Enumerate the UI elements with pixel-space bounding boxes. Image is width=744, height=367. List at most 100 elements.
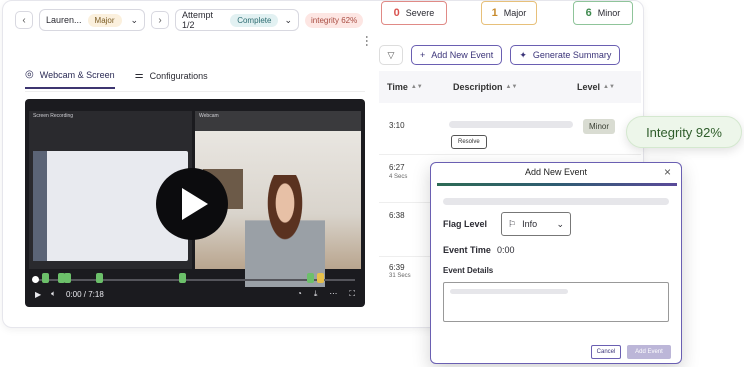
webcam-label: Webcam [199, 113, 219, 119]
speed-icon[interactable]: ◔ [297, 289, 302, 299]
modal-title: Add New Event [524, 167, 588, 177]
video-player[interactable]: Screen Recording Webcam ▶ 🔈︎ 0:00 / 7:18… [25, 99, 365, 307]
event-duration: 31 Secs [389, 273, 411, 279]
plus-icon: + [420, 50, 426, 60]
candidate-select[interactable]: Lauren... Major ⌄ [39, 9, 145, 31]
description-placeholder [449, 121, 573, 128]
sort-icon: ▲▼ [410, 84, 423, 90]
flag-icon: ⚐ [508, 218, 517, 229]
event-time: 6:39 [389, 263, 405, 272]
event-details-input[interactable] [443, 282, 669, 322]
flag-level-label: Flag Level [443, 219, 488, 229]
description-column-header[interactable]: Description ▲▼ [453, 82, 517, 92]
major-count-value: 1 [491, 7, 498, 19]
event-details-label: Event Details [443, 266, 494, 275]
resolve-button[interactable]: Resolve [451, 135, 487, 149]
minor-count-label: Minor [597, 8, 621, 18]
timeline-marker-minor[interactable] [64, 273, 71, 283]
tabs-divider [25, 91, 365, 92]
add-new-event-label: Add New Event [431, 50, 494, 60]
webcam-icon: ◎ [25, 69, 34, 80]
close-icon[interactable]: × [664, 165, 671, 179]
add-event-button[interactable]: Add Event [627, 345, 671, 359]
events-toolbar: ▽ + Add New Event ✦ Generate Summary [379, 45, 621, 65]
time-header-label: Time [387, 82, 408, 92]
timeline-scrubber[interactable] [32, 276, 39, 283]
level-header-label: Level [577, 82, 601, 92]
next-candidate-button[interactable]: › [151, 11, 169, 29]
table-row[interactable]: 3:10 Minor Resolve [379, 105, 641, 155]
integrity-score-badge: Integrity 92% [626, 116, 742, 148]
media-tabs: ◎ Webcam & Screen ⚌ Configurations [25, 69, 208, 89]
more-options-icon[interactable]: ⋯ [360, 35, 374, 47]
severe-count[interactable]: 0 Severe [381, 1, 447, 25]
flag-level-value: Info [522, 219, 538, 229]
severe-count-label: Severe [405, 8, 435, 18]
tab-configurations[interactable]: ⚌ Configurations [135, 69, 208, 89]
attempt-select[interactable]: Attempt 1/2 Complete ⌄ [175, 9, 299, 31]
timeline-marker-major[interactable] [317, 273, 324, 283]
add-event-modal: Add New Event × Flag Level ⚐ Info ⌄ Even… [430, 162, 682, 364]
video-timeline[interactable] [32, 273, 355, 283]
attempt-status-badge: Complete [230, 13, 279, 27]
event-time-value: 0:00 [497, 245, 515, 255]
flag-level-select[interactable]: ⚐ Info ⌄ [501, 212, 571, 236]
description-header-label: Description [453, 82, 503, 92]
modal-placeholder-line [443, 198, 669, 205]
screen-recording-sidebar [33, 151, 47, 261]
timeline-marker-minor[interactable] [179, 273, 186, 283]
event-time: 6:38 [389, 211, 405, 220]
events-table-header: Time ▲▼ Description ▲▼ Level ▲▼ [379, 71, 641, 103]
minor-count-value: 6 [585, 7, 592, 19]
level-badge: Minor [583, 119, 616, 134]
timeline-marker-minor[interactable] [96, 273, 103, 283]
details-placeholder-line [450, 289, 568, 294]
play-icon [182, 188, 208, 220]
major-count[interactable]: 1 Major [481, 1, 537, 25]
webcam-person [245, 175, 325, 287]
fullscreen-icon[interactable]: ⛶ [349, 289, 355, 299]
top-navigation: ‹ Lauren... Major ⌄ › Attempt 1/2 Comple… [15, 7, 364, 33]
play-button[interactable] [156, 168, 228, 240]
more-icon[interactable]: ⋯ [329, 289, 337, 299]
attempt-label: Attempt 1/2 [182, 10, 214, 30]
cancel-button[interactable]: Cancel [591, 345, 621, 359]
play-small-icon[interactable]: ▶ [35, 290, 41, 299]
event-time: 6:27 [389, 163, 405, 172]
sort-icon: ▲▼ [505, 84, 518, 90]
chevron-down-icon: ⌄ [556, 218, 564, 229]
download-icon[interactable]: ⤓ [314, 289, 318, 299]
timeline-marker-minor[interactable] [42, 273, 49, 283]
candidate-name: Lauren... [46, 15, 82, 25]
integrity-badge: integrity 62% [305, 12, 364, 28]
candidate-badge: Major [87, 13, 122, 27]
time-column-header[interactable]: Time ▲▼ [387, 82, 423, 92]
add-new-event-button[interactable]: + Add New Event [411, 45, 503, 65]
generate-summary-button[interactable]: ✦ Generate Summary [510, 45, 621, 65]
filter-button[interactable]: ▽ [379, 45, 403, 65]
tab-webcam-screen-label: Webcam & Screen [39, 69, 115, 80]
player-controls: ▶ 🔈︎ 0:00 / 7:18 ◔ ⤓ ⋯ ⛶ [35, 287, 355, 301]
level-column-header[interactable]: Level ▲▼ [577, 82, 615, 92]
sparkle-icon: ✦ [519, 49, 527, 60]
volume-icon[interactable]: 🔈︎ [51, 289, 56, 299]
generate-summary-label: Generate Summary [532, 50, 612, 60]
timeline-marker-minor[interactable] [307, 273, 314, 283]
sort-icon: ▲▼ [603, 84, 615, 90]
chevron-right-icon: › [158, 14, 162, 26]
modal-accent-bar [437, 183, 677, 186]
severe-count-value: 0 [393, 7, 400, 19]
chevron-left-icon: ‹ [22, 14, 26, 26]
event-time-label: Event Time [443, 245, 491, 255]
sliders-icon: ⚌ [134, 70, 144, 81]
event-duration: 4 Secs [389, 174, 408, 180]
screen-recording-label: Screen Recording [33, 113, 74, 119]
tab-webcam-screen[interactable]: ◎ Webcam & Screen [25, 69, 115, 89]
minor-count[interactable]: 6 Minor [573, 1, 633, 25]
playback-time: 0:00 / 7:18 [65, 289, 104, 299]
chevron-down-icon: ⌄ [284, 14, 292, 25]
chevron-down-icon: ⌄ [130, 14, 138, 25]
major-count-label: Major [503, 8, 527, 18]
prev-candidate-button[interactable]: ‹ [15, 11, 33, 29]
tab-configurations-label: Configurations [149, 70, 208, 81]
